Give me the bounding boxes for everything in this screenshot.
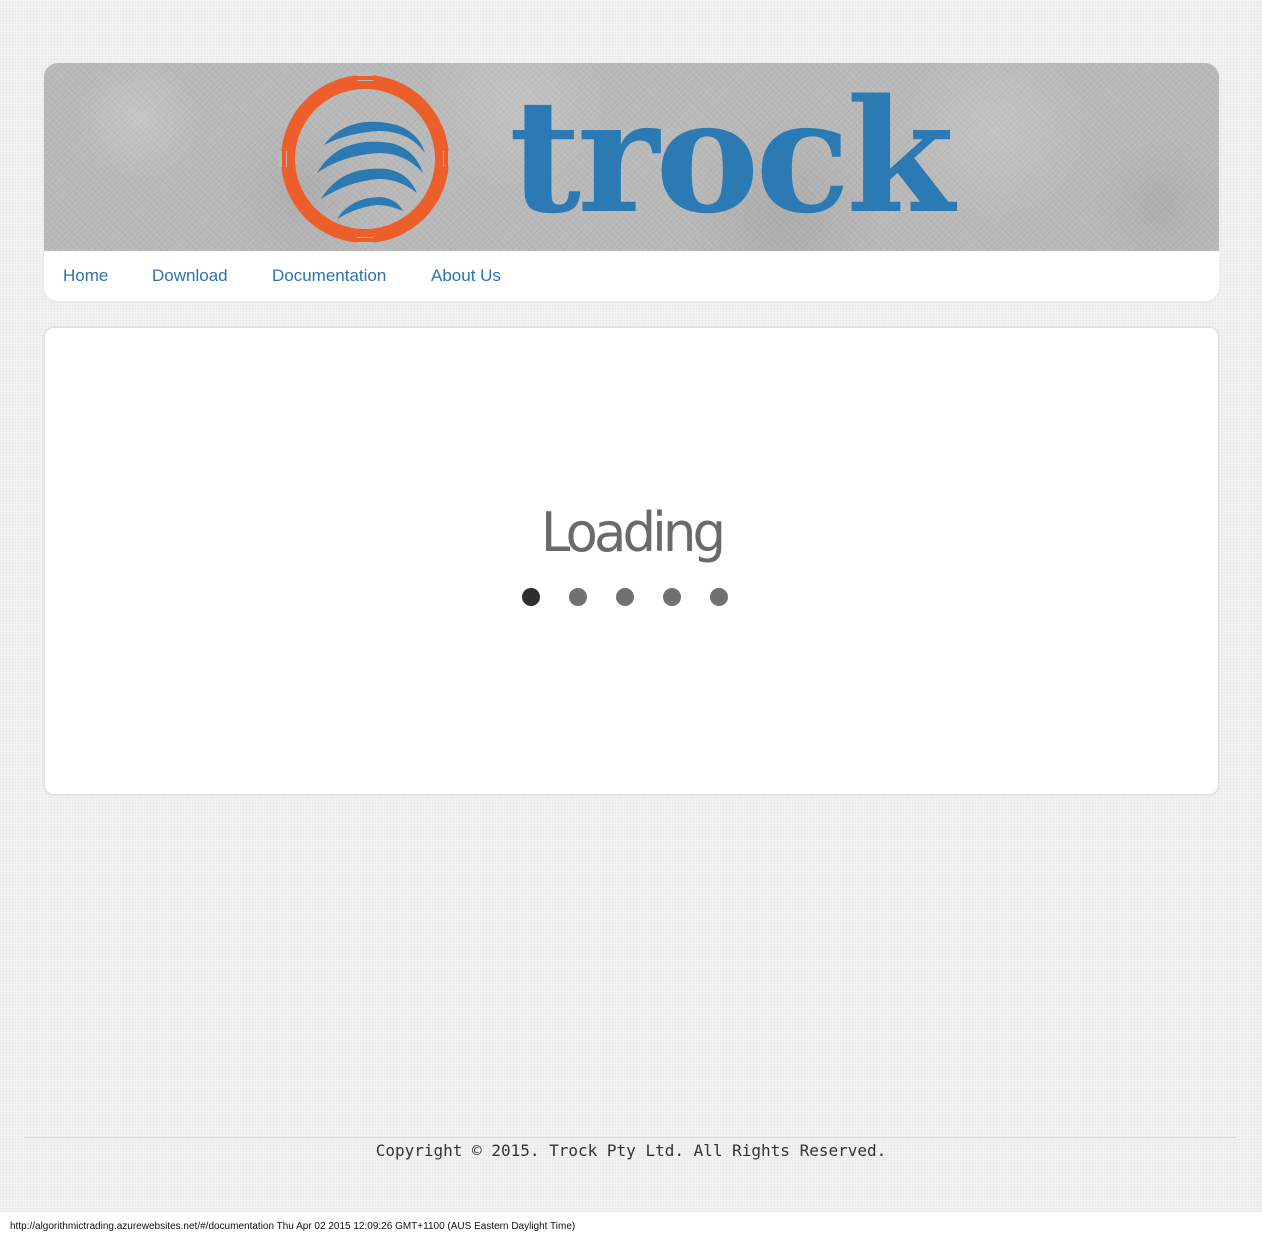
loading-dots [521,588,741,608]
loading-dot [710,588,728,606]
nav-about-us-link[interactable]: About Us [431,266,501,286]
trock-logo-icon[interactable] [279,73,451,245]
nav-documentation-link[interactable]: Documentation [272,266,386,286]
print-status-line: http://algorithmictrading.azurewebsites.… [10,1221,576,1232]
footer-divider [25,1137,1236,1138]
loading-indicator: Loading [45,494,1218,572]
content-panel: Loading [44,327,1219,795]
logo-wordmark[interactable]: trock [509,77,954,237]
footer-copyright: Copyright © 2015. Trock Pty Ltd. All Rig… [375,1141,887,1160]
loading-dot [616,588,634,606]
header-banner: trock [44,63,1219,251]
loading-text: Loading [540,501,726,564]
loading-dot [663,588,681,606]
loading-dot [522,588,540,606]
site-header: trock Home Download Documentation About … [44,63,1219,301]
nav-home-link[interactable]: Home [63,266,108,286]
loading-dot [569,588,587,606]
main-nav: Home Download Documentation About Us [44,251,1219,301]
nav-download-link[interactable]: Download [152,266,228,286]
